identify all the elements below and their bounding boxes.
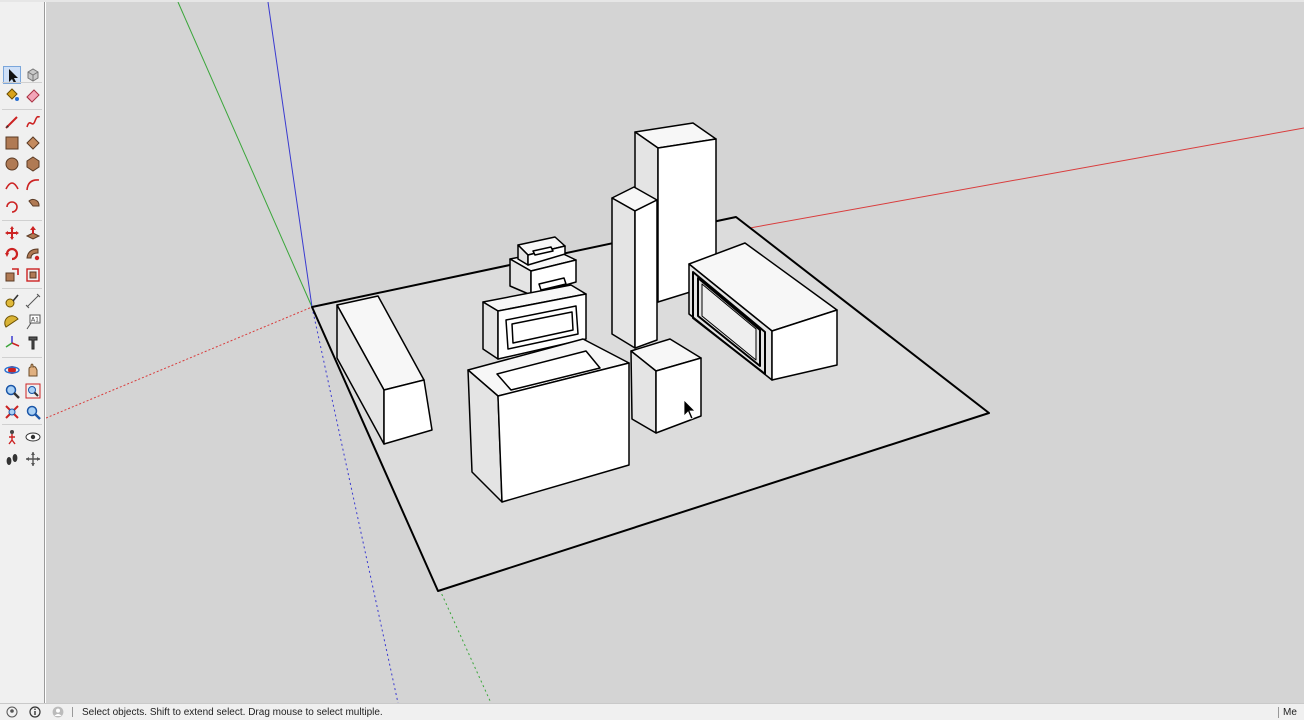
pencil-line-icon — [3, 113, 21, 131]
sketchup-window: A1 Select objects. Shift to extend selec… — [0, 0, 1304, 720]
tool-section-plane[interactable] — [24, 450, 42, 468]
status-message: Select objects. Shift to extend select. … — [82, 707, 383, 718]
tool-rotated-rectangle[interactable] — [24, 134, 42, 152]
walk-icon — [3, 450, 21, 468]
zoom-extents-icon — [3, 403, 21, 421]
three-point-arc-icon — [3, 197, 21, 215]
tool-pan[interactable] — [24, 361, 42, 379]
arc-icon — [3, 176, 21, 194]
tool-rectangle[interactable] — [3, 134, 21, 152]
follow-me-icon — [24, 245, 42, 263]
tool-scale[interactable] — [3, 266, 21, 284]
green-axis — [177, 2, 313, 308]
pan-hand-icon — [24, 361, 42, 379]
tool-eraser[interactable] — [24, 86, 42, 104]
axes-icon — [3, 334, 21, 352]
circle-icon — [3, 155, 21, 173]
svg-text:A1: A1 — [31, 317, 39, 324]
tool-circle[interactable] — [3, 155, 21, 173]
tool-text[interactable]: A1 — [24, 313, 42, 331]
position-camera-icon — [3, 428, 21, 446]
tool-zoom-extents[interactable] — [3, 403, 21, 421]
tool-walk[interactable] — [3, 450, 21, 468]
tool-group-divider — [2, 424, 42, 425]
rotated-rectangle-icon — [24, 134, 42, 152]
zoom-icon — [3, 382, 21, 400]
tool-paint-bucket[interactable] — [3, 86, 21, 104]
tool-group-divider — [2, 109, 42, 110]
tool-pie[interactable] — [24, 197, 42, 215]
two-point-arc-icon — [24, 176, 42, 194]
scale-icon — [3, 266, 21, 284]
tool-look-around[interactable] — [24, 428, 42, 446]
tool-zoom-window[interactable] — [24, 382, 42, 400]
tool-group-divider — [2, 288, 42, 289]
user-account-icon[interactable] — [52, 706, 64, 718]
polygon-icon — [24, 155, 42, 173]
tool-3d-text[interactable] — [24, 334, 42, 352]
section-plane-icon — [24, 450, 42, 468]
dimension-icon — [24, 292, 42, 310]
tool-axes[interactable] — [3, 334, 21, 352]
previous-view-icon — [24, 403, 42, 421]
rotate-icon — [3, 245, 21, 263]
push-pull-icon — [24, 224, 42, 242]
tool-follow-me[interactable] — [24, 245, 42, 263]
tool-tape-measure[interactable] — [3, 292, 21, 310]
scene-canvas[interactable] — [46, 2, 1304, 703]
zoom-window-icon — [24, 382, 42, 400]
tape-measure-icon — [3, 292, 21, 310]
tool-arc[interactable] — [3, 176, 21, 194]
tool-move[interactable] — [3, 224, 21, 242]
credits-icon[interactable] — [29, 706, 41, 718]
model[interactable] — [311, 122, 990, 592]
tool-previous-view[interactable] — [24, 403, 42, 421]
eraser-icon — [24, 86, 42, 104]
tool-group-divider — [2, 220, 42, 221]
freehand-icon — [24, 113, 42, 131]
drawing-viewport[interactable] — [46, 2, 1304, 703]
geo-location-icon[interactable] — [6, 706, 18, 718]
look-around-icon — [24, 428, 42, 446]
tool-two-point-arc[interactable] — [24, 176, 42, 194]
rectangle-icon — [3, 134, 21, 152]
tool-position-camera[interactable] — [3, 428, 21, 446]
tool-palette: A1 — [0, 2, 45, 703]
measurements-label[interactable]: Me — [1278, 707, 1304, 718]
tool-dimension[interactable] — [24, 292, 42, 310]
tool-group-divider — [2, 82, 42, 83]
tool-freehand[interactable] — [24, 113, 42, 131]
status-bar: Select objects. Shift to extend select. … — [0, 703, 1304, 720]
tool-protractor[interactable] — [3, 313, 21, 331]
paint-bucket-icon — [3, 86, 21, 104]
protractor-icon — [3, 313, 21, 331]
move-icon — [3, 224, 21, 242]
tool-orbit[interactable] — [3, 361, 21, 379]
tool-offset[interactable] — [24, 266, 42, 284]
tool-group-divider — [2, 357, 42, 358]
tool-three-point-arc[interactable] — [3, 197, 21, 215]
text-icon: A1 — [24, 313, 42, 331]
tool-rotate[interactable] — [3, 245, 21, 263]
status-separator — [72, 707, 73, 717]
tool-polygon[interactable] — [24, 155, 42, 173]
small-cube[interactable] — [630, 338, 702, 434]
left-tower[interactable] — [611, 186, 658, 349]
pie-icon — [24, 197, 42, 215]
offset-icon — [24, 266, 42, 284]
blue-axis — [267, 2, 313, 308]
orbit-icon — [3, 361, 21, 379]
tool-line[interactable] — [3, 113, 21, 131]
tool-zoom[interactable] — [3, 382, 21, 400]
red-axis — [46, 306, 313, 419]
3d-text-icon — [24, 334, 42, 352]
tool-push-pull[interactable] — [24, 224, 42, 242]
